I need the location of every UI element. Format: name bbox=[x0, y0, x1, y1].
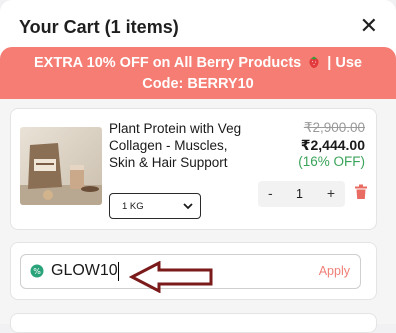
cart-title: Your Cart (1 items) bbox=[19, 17, 179, 37]
close-icon[interactable]: ✕ bbox=[360, 14, 378, 38]
svg-text:%: % bbox=[33, 267, 41, 276]
product-price: ₹2,444.00 bbox=[300, 137, 365, 153]
size-select-value: 1 KG bbox=[122, 201, 144, 212]
trash-icon[interactable] bbox=[354, 184, 368, 205]
quantity-value: 1 bbox=[296, 187, 303, 201]
promo-line2: Code: BERRY10 bbox=[142, 76, 254, 92]
product-discount: (16% OFF) bbox=[298, 154, 365, 169]
product-image bbox=[20, 127, 102, 205]
next-card bbox=[10, 313, 377, 333]
coupon-input-value: GLOW10 bbox=[51, 262, 118, 279]
promo-separator: | Use bbox=[327, 55, 362, 71]
product-mrp: ₹2,900.00 bbox=[303, 120, 365, 135]
annotation-arrow-icon bbox=[128, 260, 215, 298]
increase-quantity-button[interactable]: + bbox=[327, 185, 335, 201]
promo-banner: EXTRA 10% OFF on All Berry Products | Us… bbox=[0, 47, 396, 99]
coupon-badge-icon: % bbox=[30, 264, 44, 283]
text-cursor bbox=[118, 262, 119, 281]
product-name[interactable]: Plant Protein with Veg Collagen - Muscle… bbox=[109, 120, 249, 171]
promo-line1: EXTRA 10% OFF on All Berry Products bbox=[34, 55, 302, 71]
apply-button[interactable]: Apply bbox=[319, 264, 350, 278]
cart-item-card: Plant Protein with Veg Collagen - Muscle… bbox=[10, 108, 377, 230]
strawberry-icon bbox=[307, 55, 321, 75]
quantity-stepper: - 1 + bbox=[258, 181, 345, 207]
chevron-down-icon bbox=[182, 200, 194, 215]
decrease-quantity-button[interactable]: - bbox=[268, 185, 273, 201]
size-select[interactable]: 1 KG bbox=[109, 193, 201, 219]
